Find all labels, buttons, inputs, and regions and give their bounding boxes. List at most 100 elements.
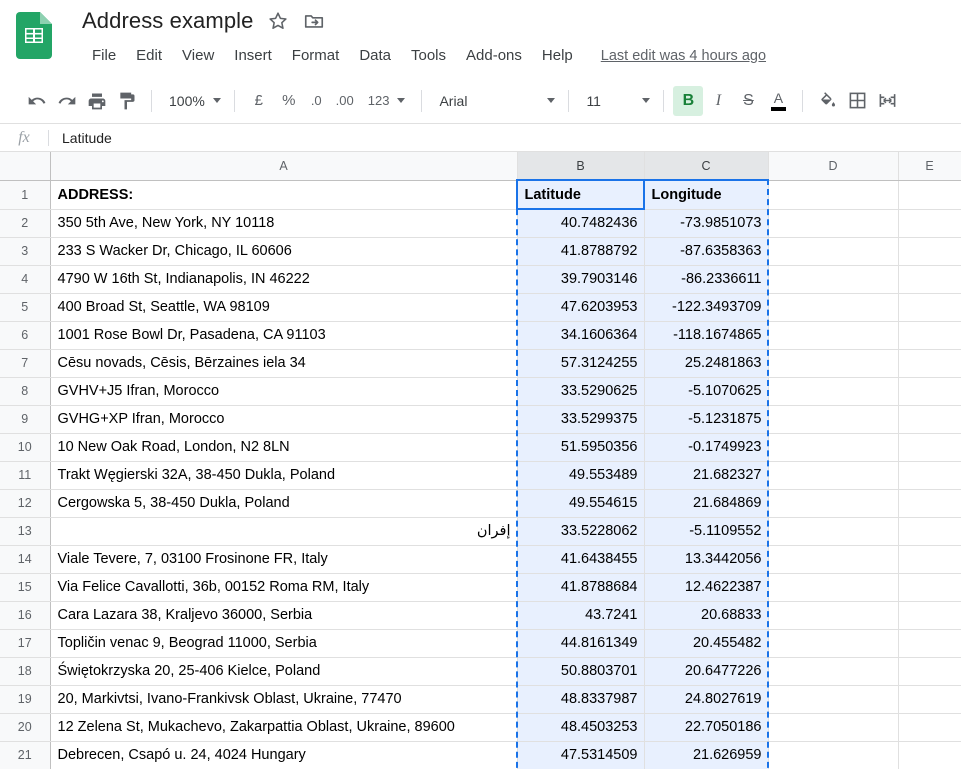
row-header-14[interactable]: 14 <box>0 545 51 574</box>
cell-D11[interactable] <box>768 461 899 490</box>
cell-C12[interactable]: 21.684869 <box>644 489 769 518</box>
strikethrough-button[interactable]: S <box>733 86 763 116</box>
last-edit-status[interactable]: Last edit was 4 hours ago <box>601 48 766 64</box>
cell-D7[interactable] <box>768 349 899 378</box>
row-header-11[interactable]: 11 <box>0 461 51 490</box>
italic-button[interactable]: I <box>703 86 733 116</box>
cell-E12[interactable] <box>898 489 961 518</box>
cell-C17[interactable]: 20.455482 <box>644 629 769 658</box>
borders-button[interactable] <box>842 86 872 116</box>
menu-data[interactable]: Data <box>349 44 401 67</box>
cell-B6[interactable]: 34.1606364 <box>517 321 645 350</box>
cell-A14[interactable]: Viale Tevere, 7, 03100 Frosinone FR, Ita… <box>50 545 518 574</box>
cell-A21[interactable]: Debrecen, Csapó u. 24, 4024 Hungary <box>50 741 518 769</box>
print-button[interactable] <box>82 86 112 116</box>
cell-D12[interactable] <box>768 489 899 518</box>
cell-B9[interactable]: 33.5299375 <box>517 405 645 434</box>
row-header-12[interactable]: 12 <box>0 489 51 518</box>
cell-E16[interactable] <box>898 601 961 630</box>
redo-button[interactable] <box>52 86 82 116</box>
select-all-corner[interactable] <box>0 152 51 181</box>
cell-B2[interactable]: 40.7482436 <box>517 209 645 238</box>
zoom-selector[interactable]: 100% <box>161 86 225 116</box>
cell-B7[interactable]: 57.3124255 <box>517 349 645 378</box>
column-header-d[interactable]: D <box>768 152 899 181</box>
cell-D17[interactable] <box>768 629 899 658</box>
row-header-1[interactable]: 1 <box>0 180 51 210</box>
cell-A15[interactable]: Via Felice Cavallotti, 36b, 00152 Roma R… <box>50 573 518 602</box>
cell-D9[interactable] <box>768 405 899 434</box>
cell-E3[interactable] <box>898 237 961 266</box>
cell-E14[interactable] <box>898 545 961 574</box>
row-header-17[interactable]: 17 <box>0 629 51 658</box>
cell-D16[interactable] <box>768 601 899 630</box>
cell-C13[interactable]: -5.1109552 <box>644 517 769 546</box>
cell-C8[interactable]: -5.1070625 <box>644 377 769 406</box>
cell-E21[interactable] <box>898 741 961 769</box>
column-header-c[interactable]: C <box>644 152 769 181</box>
cell-D8[interactable] <box>768 377 899 406</box>
cell-E10[interactable] <box>898 433 961 462</box>
cell-B4[interactable]: 39.7903146 <box>517 265 645 294</box>
cell-A5[interactable]: 400 Broad St, Seattle, WA 98109 <box>50 293 518 322</box>
fill-color-button[interactable] <box>812 86 842 116</box>
cell-E7[interactable] <box>898 349 961 378</box>
increase-decimal-button[interactable]: .00 <box>329 86 361 116</box>
formula-input[interactable] <box>49 128 961 147</box>
column-header-b[interactable]: B <box>517 152 645 181</box>
cell-B14[interactable]: 41.6438455 <box>517 545 645 574</box>
cell-E1[interactable] <box>898 180 961 210</box>
font-family-selector[interactable]: Arial <box>431 86 559 116</box>
cell-C16[interactable]: 20.68833 <box>644 601 769 630</box>
paint-format-button[interactable] <box>112 86 142 116</box>
cell-C19[interactable]: 24.8027619 <box>644 685 769 714</box>
currency-button[interactable]: £ <box>244 86 274 116</box>
cell-A4[interactable]: 4790 W 16th St, Indianapolis, IN 46222 <box>50 265 518 294</box>
cell-D5[interactable] <box>768 293 899 322</box>
cell-A1[interactable]: ADDRESS: <box>50 180 518 210</box>
cell-E17[interactable] <box>898 629 961 658</box>
cell-C10[interactable]: -0.1749923 <box>644 433 769 462</box>
cell-E20[interactable] <box>898 713 961 742</box>
cell-B19[interactable]: 48.8337987 <box>517 685 645 714</box>
cell-E11[interactable] <box>898 461 961 490</box>
cell-D2[interactable] <box>768 209 899 238</box>
row-header-10[interactable]: 10 <box>0 433 51 462</box>
cell-E2[interactable] <box>898 209 961 238</box>
cell-E18[interactable] <box>898 657 961 686</box>
cell-C15[interactable]: 12.4622387 <box>644 573 769 602</box>
menu-edit[interactable]: Edit <box>126 44 172 67</box>
cell-C3[interactable]: -87.6358363 <box>644 237 769 266</box>
cell-D15[interactable] <box>768 573 899 602</box>
column-header-a[interactable]: A <box>50 152 518 181</box>
cell-C1[interactable]: Longitude <box>644 180 769 210</box>
cell-C11[interactable]: 21.682327 <box>644 461 769 490</box>
spreadsheet-grid[interactable]: A B C D E 1 ADDRESS: Latitude Longitude 2 350… <box>0 152 961 769</box>
cell-B17[interactable]: 44.8161349 <box>517 629 645 658</box>
cell-D13[interactable] <box>768 517 899 546</box>
cell-A19[interactable]: 20, Markivtsi, Ivano-Frankivsk Oblast, U… <box>50 685 518 714</box>
cell-D18[interactable] <box>768 657 899 686</box>
cell-C9[interactable]: -5.1231875 <box>644 405 769 434</box>
cell-C21[interactable]: 21.626959 <box>644 741 769 769</box>
cell-A17[interactable]: Topličin venac 9, Beograd 11000, Serbia <box>50 629 518 658</box>
cell-C14[interactable]: 13.3442056 <box>644 545 769 574</box>
row-header-2[interactable]: 2 <box>0 209 51 238</box>
cell-A20[interactable]: 12 Zelena St, Mukachevo, Zakarpattia Obl… <box>50 713 518 742</box>
cell-B11[interactable]: 49.553489 <box>517 461 645 490</box>
cell-A2[interactable]: 350 5th Ave, New York, NY 10118 <box>50 209 518 238</box>
cell-D10[interactable] <box>768 433 899 462</box>
cell-C7[interactable]: 25.2481863 <box>644 349 769 378</box>
cell-B15[interactable]: 41.8788684 <box>517 573 645 602</box>
cell-D20[interactable] <box>768 713 899 742</box>
cell-A3[interactable]: 233 S Wacker Dr, Chicago, IL 60606 <box>50 237 518 266</box>
cell-D6[interactable] <box>768 321 899 350</box>
cell-E15[interactable] <box>898 573 961 602</box>
cell-D14[interactable] <box>768 545 899 574</box>
cell-C20[interactable]: 22.7050186 <box>644 713 769 742</box>
cell-D1[interactable] <box>768 180 899 210</box>
cell-E8[interactable] <box>898 377 961 406</box>
row-header-5[interactable]: 5 <box>0 293 51 322</box>
cell-D4[interactable] <box>768 265 899 294</box>
undo-button[interactable] <box>22 86 52 116</box>
